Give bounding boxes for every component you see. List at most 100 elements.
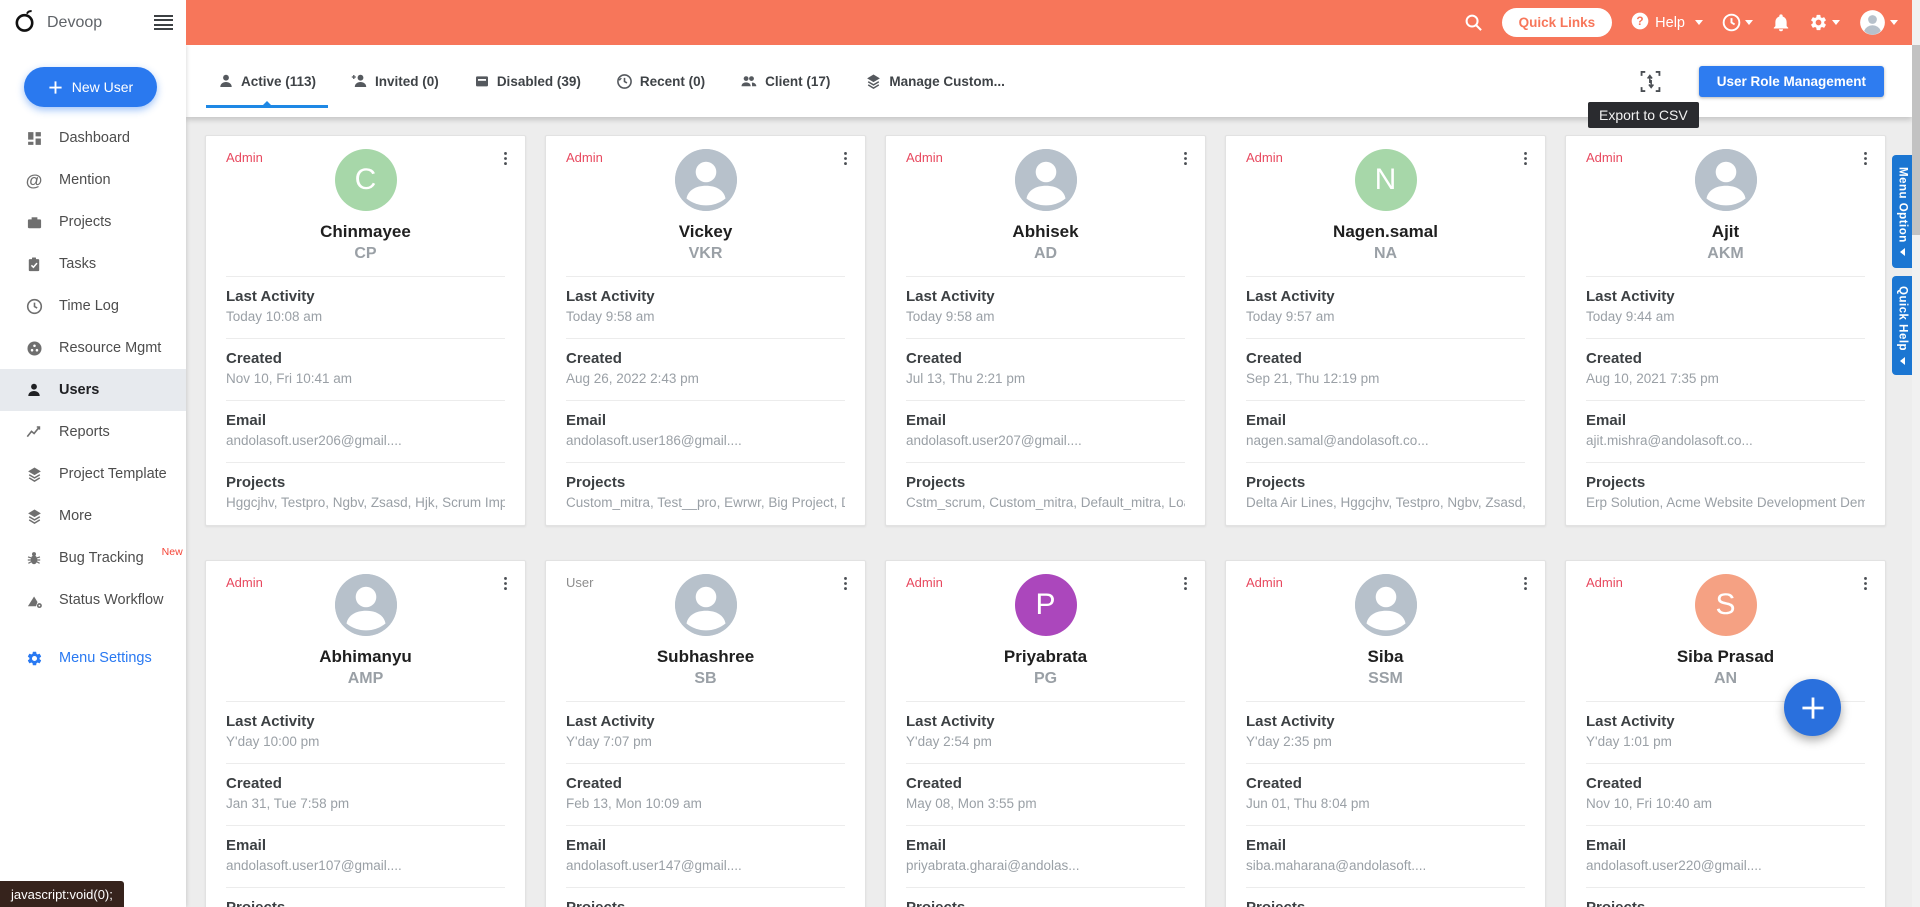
field-email: Emailsiba.maharana@andolasoft.... [1246,825,1525,887]
search-icon[interactable] [1464,13,1483,32]
gear-menu[interactable] [1809,13,1840,32]
sidebar-item-menu-settings[interactable]: Menu Settings [0,637,186,679]
new-user-button[interactable]: New User [24,67,157,107]
sidebar-item-label: Projects [59,214,111,230]
sidebar-item-reports[interactable]: Reports [0,411,186,453]
help-menu[interactable]: ? Help [1631,12,1703,34]
stop-icon [474,73,490,89]
sidebar-item-projects[interactable]: Projects [0,201,186,243]
scrollbar-thumb[interactable] [1912,45,1920,235]
field-label: Projects [566,474,845,491]
avatar [675,149,737,211]
field-value: Feb 13, Mon 10:09 am [566,796,845,811]
card-menu-button[interactable] [836,148,855,172]
export-csv-button[interactable] [1640,70,1661,93]
user-card[interactable]: AdminCChinmayeeCPLast ActivityToday 10:0… [205,135,526,526]
user-card[interactable]: AdminAbhisekADLast ActivityToday 9:58 am… [885,135,1206,526]
sidebar-item-users[interactable]: Users [0,369,186,411]
resource-icon [25,339,43,357]
quick-help-label: Quick Help [1897,286,1909,351]
field-value: Jul 13, Thu 2:21 pm [906,371,1185,386]
tab-invited-0[interactable]: Invited (0) [347,47,443,116]
card-menu-button[interactable] [1176,573,1195,597]
sidebar-item-status-workflow[interactable]: Status Workflow [0,579,186,621]
top-header: Devoop Quick Links ? Help [0,0,1920,45]
tasks-icon [25,255,43,273]
timer-menu[interactable] [1722,13,1753,32]
card-menu-button[interactable] [1176,148,1195,172]
avatar: C [335,149,397,211]
kebab-menu-icon [498,150,513,167]
kebab-menu-icon [1858,575,1873,592]
field-email: Emailandolasoft.user220@gmail.... [1586,825,1865,887]
field-value: Cstm_scrum, Custom_mitra, Default_mitra,… [906,495,1185,510]
tab-manage-custom[interactable]: Manage Custom... [861,47,1009,116]
sidebar-item-project-template[interactable]: Project Template [0,453,186,495]
user-card[interactable]: AdminSSiba PrasadANLast ActivityY'day 1:… [1565,560,1886,907]
field-label: Last Activity [226,288,505,305]
field-label: Last Activity [226,713,505,730]
field-value: Today 10:08 am [226,309,505,324]
person-silhouette-icon [335,574,397,636]
page-scrollbar[interactable] [1912,0,1920,907]
sidebar-item-time-log[interactable]: Time Log [0,285,186,327]
quick-help-side-tab[interactable]: Quick Help [1892,276,1913,375]
user-card[interactable]: AdminNNagen.samalNALast ActivityToday 9:… [1225,135,1546,526]
layers-icon [25,465,43,483]
user-name: Ajit [1586,222,1865,242]
field-value: priyabrata.gharai@andolas... [906,858,1185,873]
card-menu-button[interactable] [496,148,515,172]
user-card[interactable]: AdminPPriyabrataPGLast ActivityY'day 2:5… [885,560,1206,907]
card-menu-button[interactable] [496,573,515,597]
field-label: Created [1586,775,1865,792]
card-menu-button[interactable] [1516,148,1535,172]
sidebar-item-tasks[interactable]: Tasks [0,243,186,285]
field-label: Created [1246,775,1525,792]
bell-icon[interactable] [1772,14,1790,32]
user-name: Siba Prasad [1586,647,1865,667]
user-card[interactable]: UserSubhashreeSBLast ActivityY'day 7:07 … [545,560,866,907]
user-card[interactable]: AdminAjitAKMLast ActivityToday 9:44 amCr… [1565,135,1886,526]
menu-option-side-tab[interactable]: Menu Option [1892,155,1913,268]
field-created: CreatedAug 26, 2022 2:43 pm [566,338,845,400]
menu-option-label: Menu Option [1897,167,1909,243]
user-card[interactable]: AdminVickeyVKRLast ActivityToday 9:58 am… [545,135,866,526]
sidebar-item-mention[interactable]: @Mention [0,159,186,201]
field-label: Email [226,837,505,854]
sidebar-item-resource-mgmt[interactable]: Resource Mgmt [0,327,186,369]
chevron-down-icon [1695,20,1703,25]
user-card[interactable]: AdminAbhimanyuAMPLast ActivityY'day 10:0… [205,560,526,907]
tab-disabled-39[interactable]: Disabled (39) [470,47,585,116]
card-menu-button[interactable] [1856,573,1875,597]
tab-client-17[interactable]: Client (17) [736,47,834,116]
user-avatar-menu[interactable] [1859,9,1898,36]
hamburger-menu-icon[interactable] [154,12,173,33]
card-menu-button[interactable] [1516,573,1535,597]
field-last-activity: Last ActivityToday 9:58 am [906,276,1185,338]
field-value: Custom_mitra, Test__pro, Ewrwr, Big Proj… [566,495,845,510]
person-silhouette-icon [675,574,737,636]
person-silhouette-icon [1015,149,1077,211]
tab-label: Recent (0) [640,74,705,89]
tab-recent-0[interactable]: Recent (0) [612,47,709,116]
avatar [1695,149,1757,211]
add-user-fab[interactable] [1784,679,1841,736]
sidebar-item-more[interactable]: More [0,495,186,537]
avatar [335,574,397,636]
field-label: Created [1246,350,1525,367]
clock-icon [25,297,43,315]
quick-links-button[interactable]: Quick Links [1502,8,1613,37]
field-projects: ProjectsMitra_project_18k_tasks, Custom_… [1246,887,1525,907]
sidebar-item-label: Project Template [59,466,167,482]
user-card[interactable]: AdminSibaSSMLast ActivityY'day 2:35 pmCr… [1225,560,1546,907]
reports-icon [25,423,43,441]
card-menu-button[interactable] [836,573,855,597]
sidebar-item-dashboard[interactable]: Dashboard [0,117,186,159]
field-value: Y'day 10:00 pm [226,734,505,749]
user-cards-grid: AdminCChinmayeeCPLast ActivityToday 10:0… [205,135,1886,907]
sidebar-item-bug-tracking[interactable]: Bug TrackingNew [0,537,186,579]
role-badge: Admin [906,150,943,165]
user-role-management-button[interactable]: User Role Management [1699,66,1884,97]
card-menu-button[interactable] [1856,148,1875,172]
tab-active-113[interactable]: Active (113) [214,47,320,116]
